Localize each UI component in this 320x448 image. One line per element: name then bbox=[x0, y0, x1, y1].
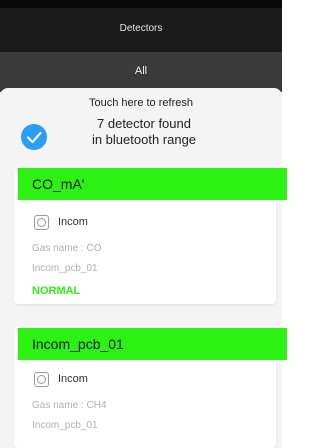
detector-name: Incom_pcb_01 bbox=[32, 336, 124, 352]
brand-label: Incom bbox=[58, 373, 88, 385]
detector-count-line2: in bluetooth range bbox=[91, 132, 197, 147]
detector-card[interactable]: Incom_pcb_01 Incom Gas name : CH4 Incom_… bbox=[14, 326, 287, 448]
refresh-button[interactable]: Touch here to refresh bbox=[0, 97, 282, 109]
filter-tab-bar: All bbox=[0, 52, 282, 92]
detector-card-header: CO_mA' bbox=[18, 168, 287, 200]
pcb-name: Incom_pcb_01 bbox=[32, 420, 98, 431]
pcb-name: Incom_pcb_01 bbox=[32, 263, 98, 274]
status-label: NORMAL bbox=[32, 285, 81, 297]
gas-name: Gas name : CH4 bbox=[32, 400, 107, 411]
detector-name: CO_mA' bbox=[32, 176, 85, 192]
gas-name: Gas name : CO bbox=[32, 243, 102, 254]
select-radio-icon[interactable] bbox=[34, 372, 49, 387]
select-radio-icon[interactable] bbox=[34, 215, 49, 230]
tab-all[interactable]: All bbox=[0, 65, 282, 77]
brand-label: Incom bbox=[58, 216, 88, 228]
page-title: Detectors bbox=[119, 23, 163, 34]
app-header: Detectors bbox=[0, 0, 282, 52]
check-icon bbox=[21, 124, 47, 150]
scan-status: 7 detector found in bluetooth range bbox=[0, 116, 282, 156]
detector-card-header: Incom_pcb_01 bbox=[18, 328, 287, 360]
detector-count-text: 7 detector found in bluetooth range bbox=[64, 116, 224, 148]
detector-card[interactable]: CO_mA' Incom Gas name : CO Incom_pcb_01 … bbox=[14, 168, 287, 304]
detector-count-line1: 7 detector found bbox=[97, 116, 191, 131]
detector-list-panel: Touch here to refresh 7 detector found i… bbox=[0, 88, 287, 448]
